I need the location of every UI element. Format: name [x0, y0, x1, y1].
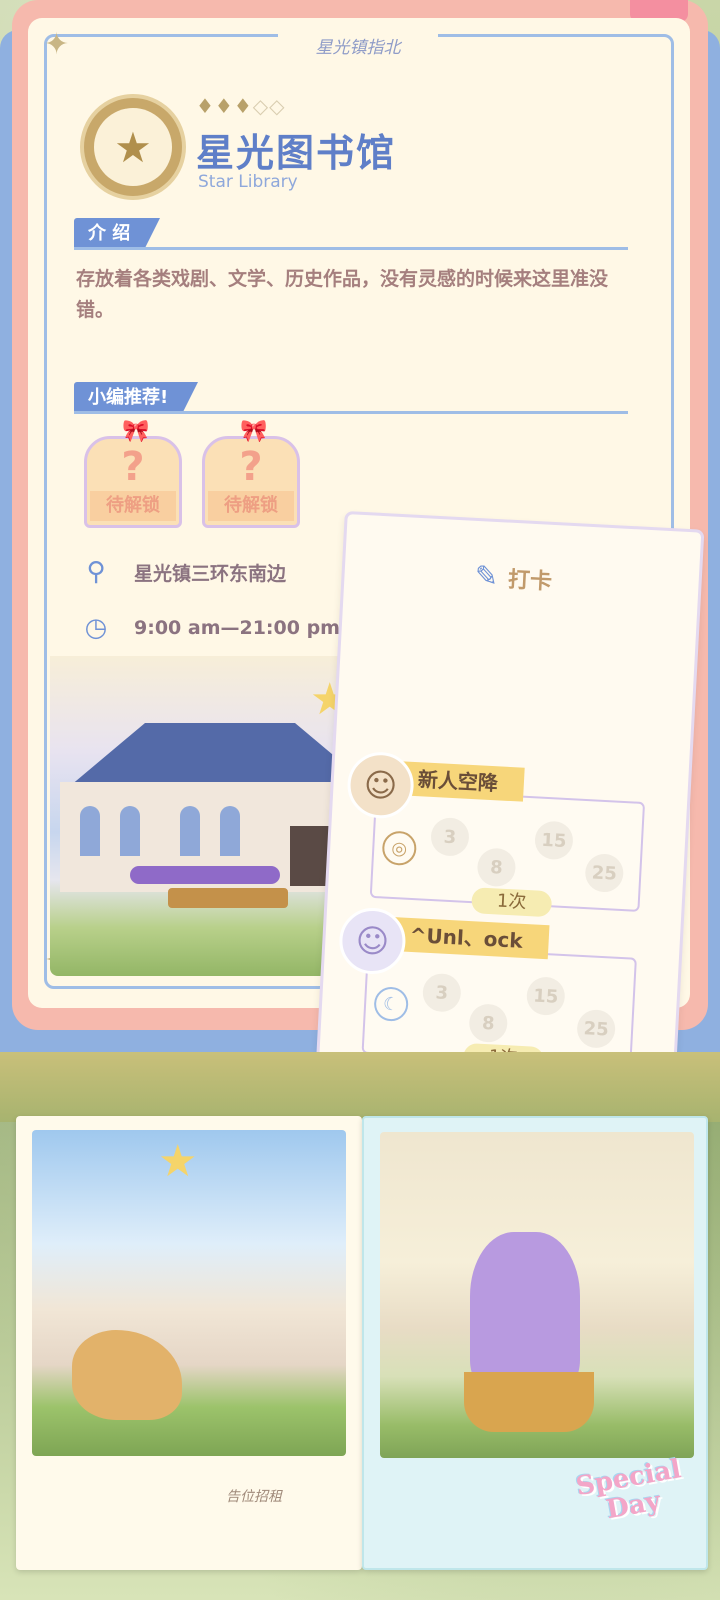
library-emblem: ★ — [80, 94, 186, 200]
window — [180, 806, 200, 856]
door — [290, 826, 330, 886]
star-icon: ★ — [158, 1136, 198, 1187]
purple-character — [470, 1232, 580, 1392]
address-text: 星光镇三环东南边 — [134, 562, 287, 585]
photo-card-right[interactable]: Special Day — [362, 1116, 708, 1570]
locked-label: 待解锁 — [90, 491, 176, 521]
star-hat-icon: ★ — [94, 108, 172, 186]
intro-heading: 介 绍 — [74, 218, 161, 250]
checkin-card[interactable]: ✎ 打卡 新人空降 ☺ ◎ 3 8 15 25 1次 ^Unl、ock ☺ ☾ … — [315, 510, 705, 1090]
address-row: ⚲ 星光镇三环东南边 — [80, 556, 286, 588]
recommend-item-locked[interactable]: 🎀 ? 待解锁 — [84, 421, 182, 528]
photo-special-day — [380, 1132, 694, 1458]
difficulty-rating: ♦♦♦◇◇ — [196, 94, 286, 118]
location-pin-icon: ⚲ — [86, 557, 106, 587]
flower-bed — [130, 866, 280, 884]
recommend-heading: 小编推荐! — [74, 382, 199, 414]
bow-icon: 🎀 — [122, 419, 150, 444]
checkin-header: ✎ 打卡 — [474, 559, 553, 596]
rating-empty: ◇◇ — [252, 94, 286, 118]
bow-icon: 🎀 — [240, 419, 268, 444]
recommend-item-locked[interactable]: 🎀 ? 待解锁 — [202, 421, 300, 528]
sleeping-character — [72, 1330, 182, 1420]
clock-icon: ◷ — [84, 613, 108, 643]
window — [120, 806, 140, 856]
checkin-stamp-icon: ✎ — [473, 558, 500, 594]
window — [220, 806, 240, 856]
checkin-task[interactable]: 新人空降 ☺ ◎ 3 8 15 25 1次 — [343, 750, 649, 918]
checkin-task[interactable]: ^Unl、ock ☺ ☾ 3 8 15 25 1次 — [334, 906, 640, 1074]
checkin-title: 打卡 — [507, 567, 553, 595]
hours-row: ◷ 9:00 am—21:00 pm — [80, 612, 340, 644]
recommend-divider — [74, 411, 628, 414]
bench — [168, 888, 288, 908]
fruit-basket — [464, 1372, 594, 1432]
roof — [70, 723, 370, 786]
photo-sleeping-reader: ★ — [32, 1130, 346, 1456]
header-banner: 星光镇指北 — [278, 28, 438, 68]
locked-label: 待解锁 — [208, 491, 294, 521]
intro-divider — [74, 247, 628, 250]
window — [80, 806, 100, 856]
rating-filled: ♦♦♦ — [196, 94, 253, 118]
photo-shelf — [0, 1052, 720, 1122]
question-mark-icon: ? — [239, 444, 263, 490]
question-mark-icon: ? — [121, 444, 145, 490]
location-name: 星光图书馆 — [196, 131, 397, 175]
location-name-en: Star Library — [198, 172, 298, 192]
intro-text: 存放着各类戏剧、文学、历史作品，没有灵感的时候来这里准没错。 — [76, 268, 609, 321]
special-day-stamp: Special Day — [552, 1451, 709, 1532]
photo-signature: 告位招租 — [226, 1489, 282, 1505]
photo-card-left[interactable]: ★ 告位招租 — [16, 1116, 362, 1570]
hours-text: 9:00 am—21:00 pm — [134, 617, 340, 639]
sparkle-icon: ✦ — [44, 27, 70, 62]
